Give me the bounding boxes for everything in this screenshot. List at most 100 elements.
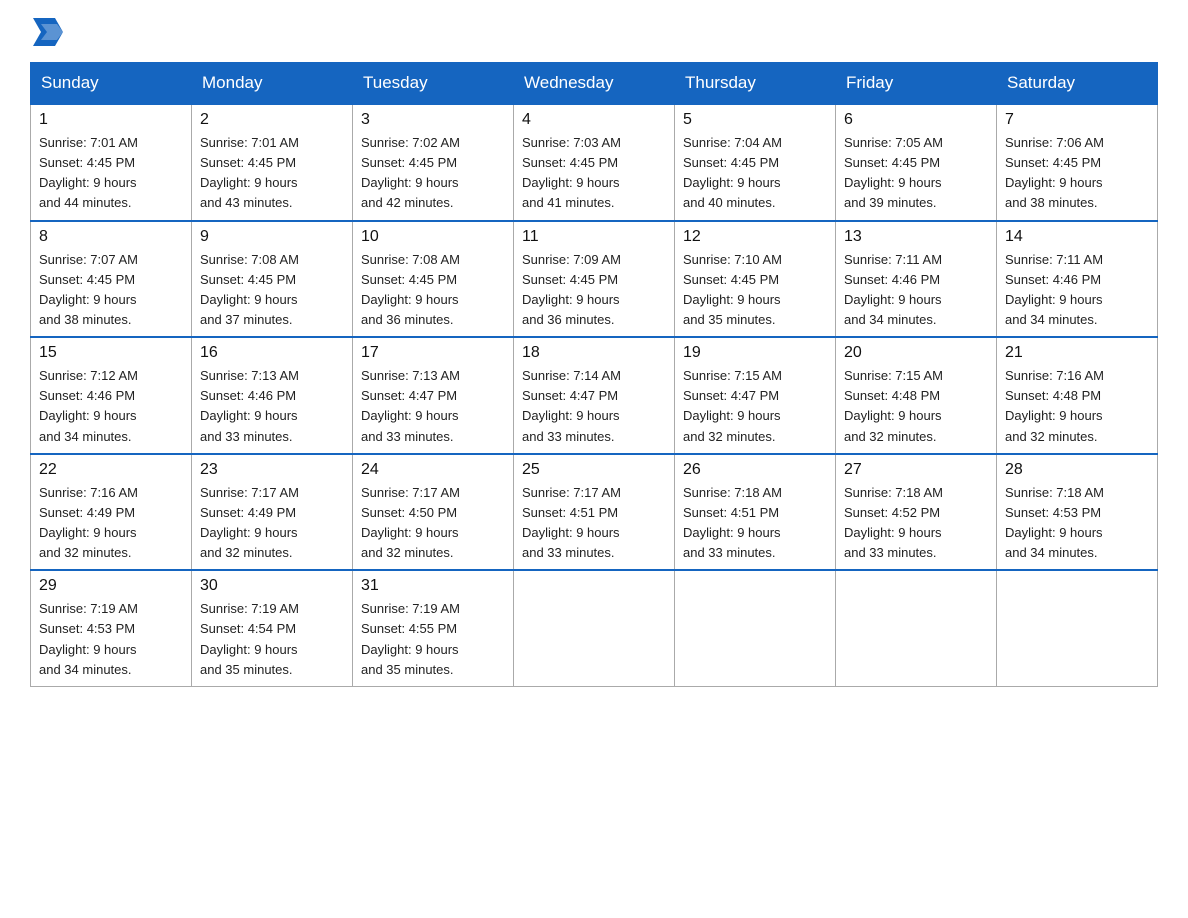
day-number: 26 <box>683 461 827 479</box>
calendar-day <box>675 570 836 686</box>
calendar-body: 1 Sunrise: 7:01 AMSunset: 4:45 PMDaylight… <box>31 104 1158 686</box>
day-number: 15 <box>39 344 183 362</box>
day-number: 2 <box>200 111 344 129</box>
calendar-day: 28Sunrise: 7:18 AMSunset: 4:53 PMDayligh… <box>997 454 1158 571</box>
calendar-day: 29 Sunrise: 7:19 AMSunset: 4:53 PMDayligh… <box>31 570 192 686</box>
day-info: Sunrise: 7:15 AMSunset: 4:48 PMDaylight:… <box>844 366 988 447</box>
calendar-header: Sunday Monday Tuesday Wednesday Thursday… <box>31 63 1158 105</box>
day-number: 11 <box>522 228 666 246</box>
calendar-day: 12 Sunrise: 7:10 AMSunset: 4:45 PMDayligh… <box>675 221 836 338</box>
col-sunday: Sunday <box>31 63 192 105</box>
day-info: Sunrise: 7:19 AMSunset: 4:55 PMDaylight:… <box>361 599 505 680</box>
day-number: 8 <box>39 228 183 246</box>
day-info: Sunrise: 7:11 AMSunset: 4:46 PMDaylight:… <box>844 250 988 331</box>
calendar-day: 19Sunrise: 7:15 AMSunset: 4:47 PMDayligh… <box>675 337 836 454</box>
day-number: 28 <box>1005 461 1149 479</box>
calendar-table: Sunday Monday Tuesday Wednesday Thursday… <box>30 62 1158 687</box>
calendar-day: 23 Sunrise: 7:17 AMSunset: 4:49 PMDayligh… <box>192 454 353 571</box>
day-number: 17 <box>361 344 505 362</box>
calendar-day <box>514 570 675 686</box>
day-info: Sunrise: 7:12 AMSunset: 4:46 PMDaylight:… <box>39 366 183 447</box>
calendar-day: 1 Sunrise: 7:01 AMSunset: 4:45 PMDaylight… <box>31 104 192 221</box>
day-number: 3 <box>361 111 505 129</box>
day-number: 1 <box>39 111 183 129</box>
day-info: Sunrise: 7:03 AMSunset: 4:45 PMDaylight:… <box>522 133 666 214</box>
logo-arrow-icon <box>33 18 63 46</box>
day-info: Sunrise: 7:08 AMSunset: 4:45 PMDaylight:… <box>361 250 505 331</box>
calendar-day: 10 Sunrise: 7:08 AMSunset: 4:45 PMDayligh… <box>353 221 514 338</box>
col-tuesday: Tuesday <box>353 63 514 105</box>
day-info: Sunrise: 7:05 AMSunset: 4:45 PMDaylight:… <box>844 133 988 214</box>
day-number: 16 <box>200 344 344 362</box>
day-number: 20 <box>844 344 988 362</box>
day-info: Sunrise: 7:01 AMSunset: 4:45 PMDaylight:… <box>200 133 344 214</box>
day-info: Sunrise: 7:01 AMSunset: 4:45 PMDaylight:… <box>39 133 183 214</box>
calendar-day: 24 Sunrise: 7:17 AMSunset: 4:50 PMDayligh… <box>353 454 514 571</box>
day-info: Sunrise: 7:13 AMSunset: 4:46 PMDaylight:… <box>200 366 344 447</box>
day-info: Sunrise: 7:17 AMSunset: 4:51 PMDaylight:… <box>522 483 666 564</box>
day-info: Sunrise: 7:10 AMSunset: 4:45 PMDaylight:… <box>683 250 827 331</box>
calendar-day: 25 Sunrise: 7:17 AMSunset: 4:51 PMDayligh… <box>514 454 675 571</box>
calendar-day: 6 Sunrise: 7:05 AMSunset: 4:45 PMDaylight… <box>836 104 997 221</box>
calendar-day: 3 Sunrise: 7:02 AMSunset: 4:45 PMDaylight… <box>353 104 514 221</box>
day-info: Sunrise: 7:13 AMSunset: 4:47 PMDaylight:… <box>361 366 505 447</box>
calendar-day: 4Sunrise: 7:03 AMSunset: 4:45 PMDaylight… <box>514 104 675 221</box>
days-of-week-row: Sunday Monday Tuesday Wednesday Thursday… <box>31 63 1158 105</box>
day-number: 22 <box>39 461 183 479</box>
day-info: Sunrise: 7:19 AMSunset: 4:54 PMDaylight:… <box>200 599 344 680</box>
calendar-week-3: 15 Sunrise: 7:12 AMSunset: 4:46 PMDayligh… <box>31 337 1158 454</box>
calendar-day: 17 Sunrise: 7:13 AMSunset: 4:47 PMDayligh… <box>353 337 514 454</box>
calendar-week-4: 22 Sunrise: 7:16 AMSunset: 4:49 PMDayligh… <box>31 454 1158 571</box>
day-number: 25 <box>522 461 666 479</box>
calendar-day: 16 Sunrise: 7:13 AMSunset: 4:46 PMDayligh… <box>192 337 353 454</box>
day-info: Sunrise: 7:16 AMSunset: 4:49 PMDaylight:… <box>39 483 183 564</box>
day-info: Sunrise: 7:14 AMSunset: 4:47 PMDaylight:… <box>522 366 666 447</box>
day-number: 23 <box>200 461 344 479</box>
day-number: 9 <box>200 228 344 246</box>
day-info: Sunrise: 7:02 AMSunset: 4:45 PMDaylight:… <box>361 133 505 214</box>
day-info: Sunrise: 7:17 AMSunset: 4:49 PMDaylight:… <box>200 483 344 564</box>
calendar-day: 2 Sunrise: 7:01 AMSunset: 4:45 PMDaylight… <box>192 104 353 221</box>
col-wednesday: Wednesday <box>514 63 675 105</box>
day-number: 24 <box>361 461 505 479</box>
calendar-day: 13 Sunrise: 7:11 AMSunset: 4:46 PMDayligh… <box>836 221 997 338</box>
day-number: 10 <box>361 228 505 246</box>
day-info: Sunrise: 7:08 AMSunset: 4:45 PMDaylight:… <box>200 250 344 331</box>
col-friday: Friday <box>836 63 997 105</box>
calendar-day <box>997 570 1158 686</box>
day-number: 29 <box>39 577 183 595</box>
page-header <box>30 20 1158 46</box>
calendar-week-2: 8Sunrise: 7:07 AMSunset: 4:45 PMDaylight… <box>31 221 1158 338</box>
day-info: Sunrise: 7:09 AMSunset: 4:45 PMDaylight:… <box>522 250 666 331</box>
day-number: 12 <box>683 228 827 246</box>
calendar-day <box>836 570 997 686</box>
logo <box>30 20 63 46</box>
day-number: 21 <box>1005 344 1149 362</box>
day-info: Sunrise: 7:18 AMSunset: 4:51 PMDaylight:… <box>683 483 827 564</box>
calendar-day: 8Sunrise: 7:07 AMSunset: 4:45 PMDaylight… <box>31 221 192 338</box>
calendar-day: 27Sunrise: 7:18 AMSunset: 4:52 PMDayligh… <box>836 454 997 571</box>
day-info: Sunrise: 7:11 AMSunset: 4:46 PMDaylight:… <box>1005 250 1149 331</box>
day-info: Sunrise: 7:16 AMSunset: 4:48 PMDaylight:… <box>1005 366 1149 447</box>
day-number: 18 <box>522 344 666 362</box>
day-number: 31 <box>361 577 505 595</box>
calendar-day: 7Sunrise: 7:06 AMSunset: 4:45 PMDaylight… <box>997 104 1158 221</box>
calendar-day: 14Sunrise: 7:11 AMSunset: 4:46 PMDayligh… <box>997 221 1158 338</box>
day-number: 5 <box>683 111 827 129</box>
day-info: Sunrise: 7:18 AMSunset: 4:52 PMDaylight:… <box>844 483 988 564</box>
calendar-day: 22 Sunrise: 7:16 AMSunset: 4:49 PMDayligh… <box>31 454 192 571</box>
calendar-day: 11 Sunrise: 7:09 AMSunset: 4:45 PMDayligh… <box>514 221 675 338</box>
day-info: Sunrise: 7:04 AMSunset: 4:45 PMDaylight:… <box>683 133 827 214</box>
day-info: Sunrise: 7:19 AMSunset: 4:53 PMDaylight:… <box>39 599 183 680</box>
calendar-day: 30Sunrise: 7:19 AMSunset: 4:54 PMDayligh… <box>192 570 353 686</box>
day-number: 6 <box>844 111 988 129</box>
calendar-day: 21 Sunrise: 7:16 AMSunset: 4:48 PMDayligh… <box>997 337 1158 454</box>
day-info: Sunrise: 7:17 AMSunset: 4:50 PMDaylight:… <box>361 483 505 564</box>
col-saturday: Saturday <box>997 63 1158 105</box>
calendar-day: 20 Sunrise: 7:15 AMSunset: 4:48 PMDayligh… <box>836 337 997 454</box>
col-thursday: Thursday <box>675 63 836 105</box>
day-number: 13 <box>844 228 988 246</box>
calendar-week-5: 29 Sunrise: 7:19 AMSunset: 4:53 PMDayligh… <box>31 570 1158 686</box>
calendar-day: 5 Sunrise: 7:04 AMSunset: 4:45 PMDaylight… <box>675 104 836 221</box>
calendar-day: 9 Sunrise: 7:08 AMSunset: 4:45 PMDaylight… <box>192 221 353 338</box>
